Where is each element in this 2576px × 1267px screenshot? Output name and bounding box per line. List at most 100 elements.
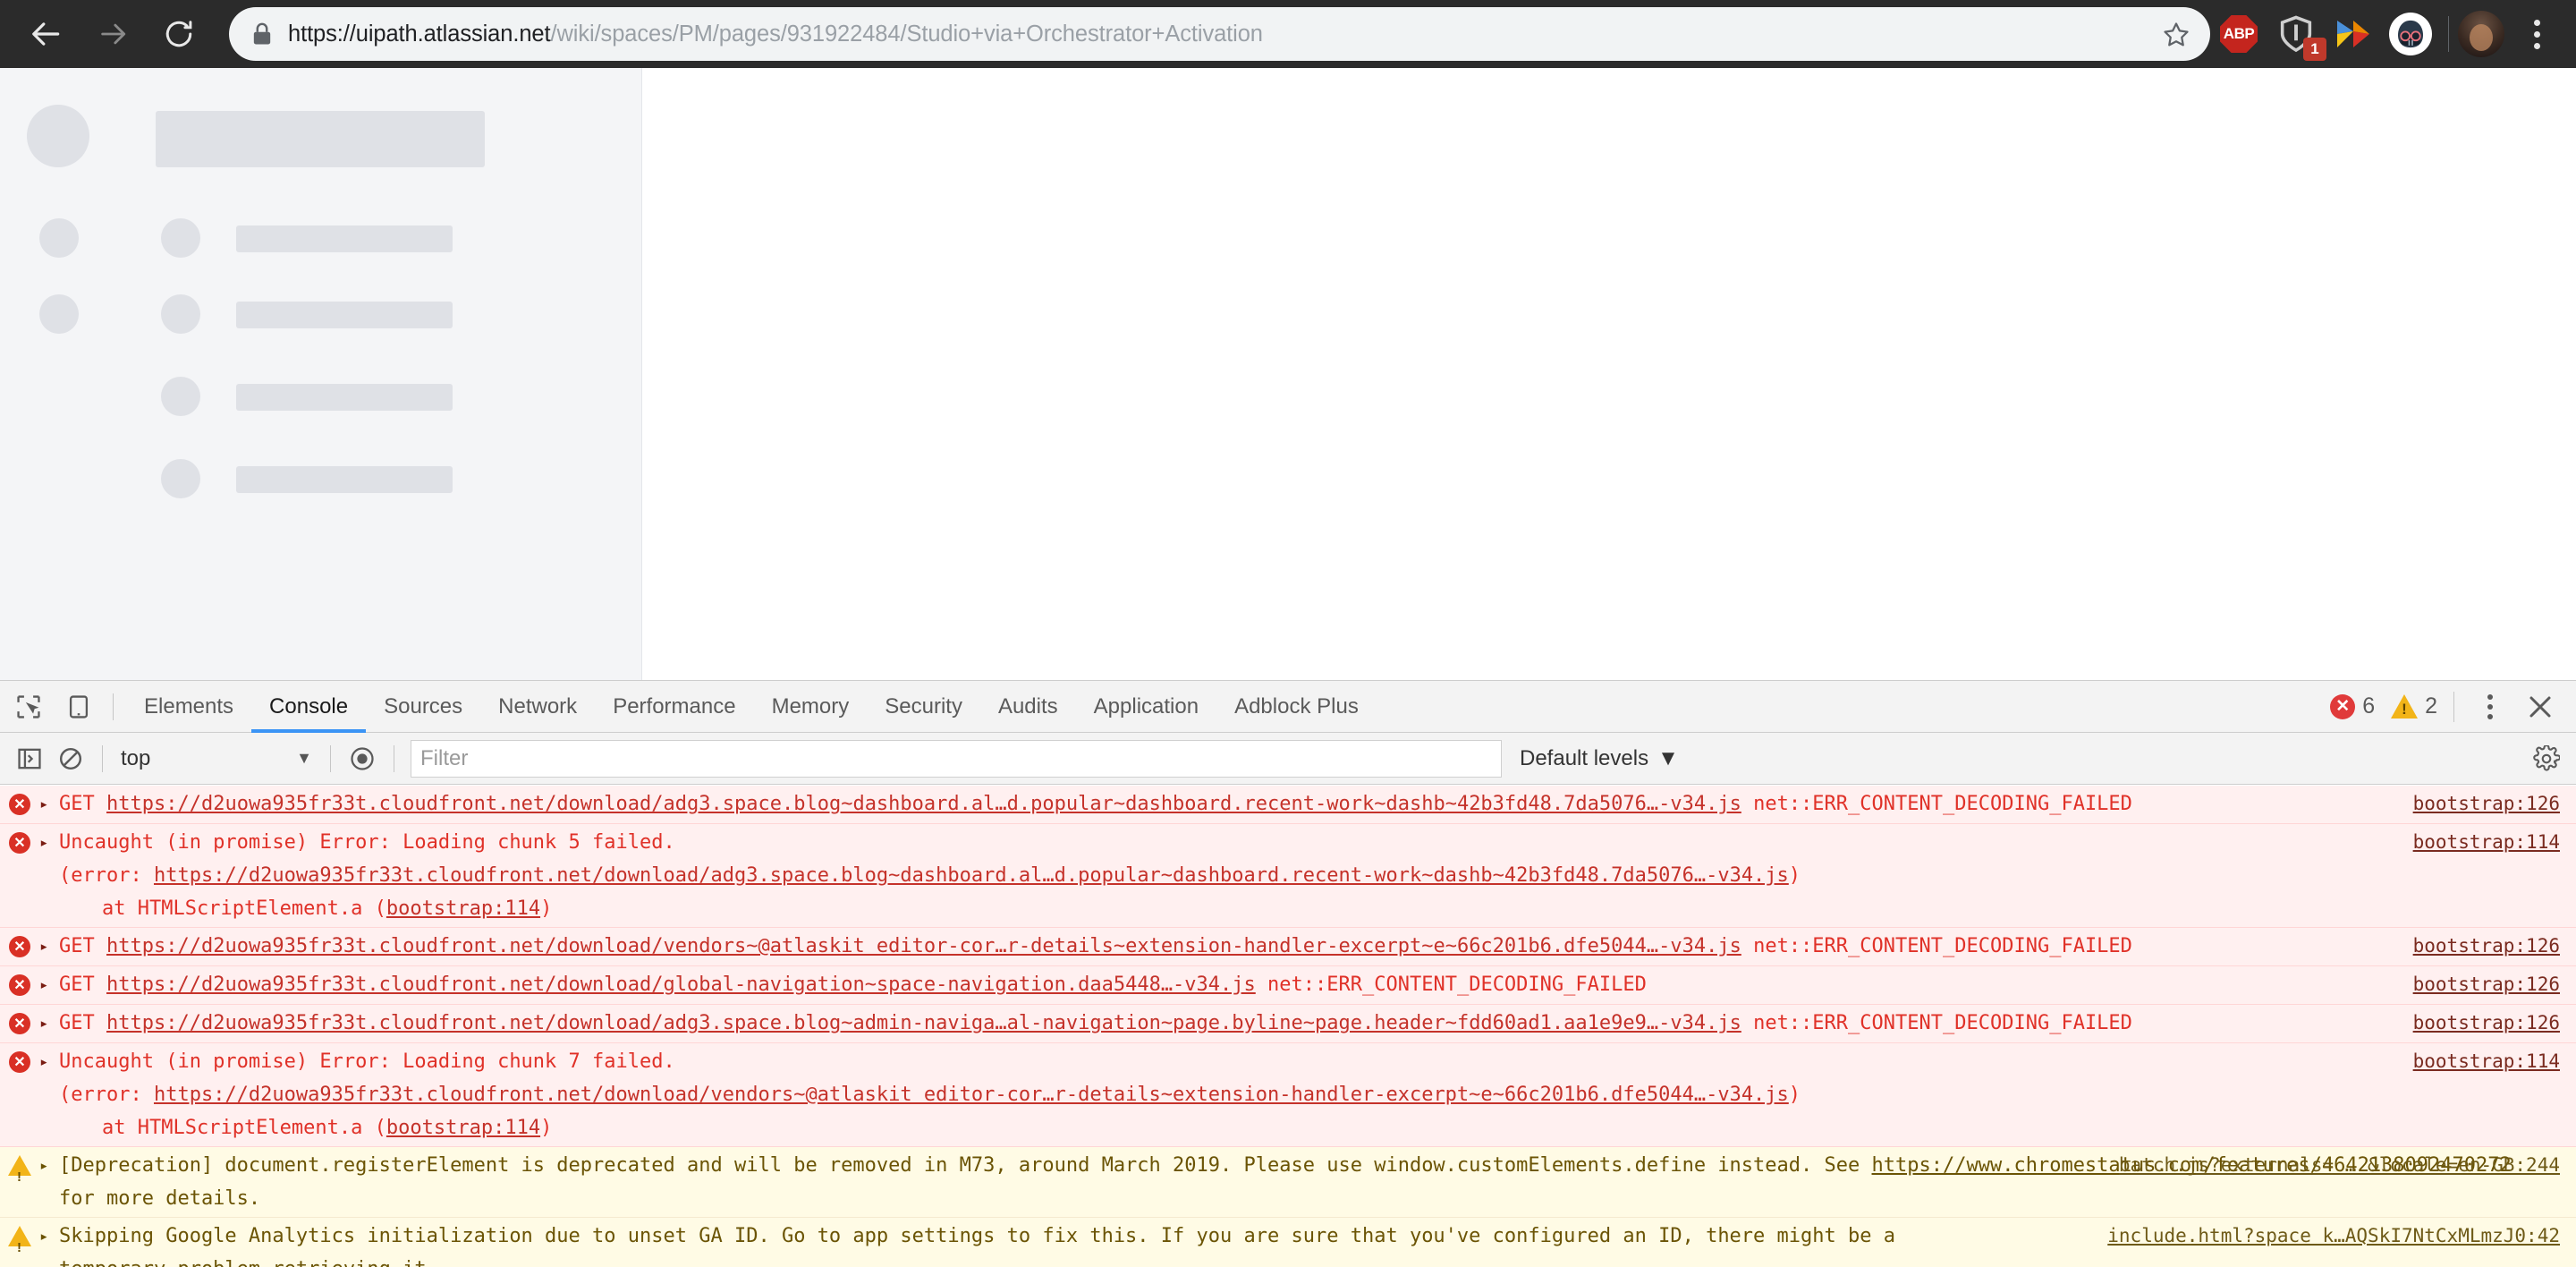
close-devtools-icon[interactable]	[2521, 687, 2560, 727]
tab-label: Console	[269, 693, 349, 719]
disclosure-triangle-icon[interactable]: ▸	[39, 930, 59, 964]
source-location-link[interactable]: bootstrap:126	[2413, 930, 2560, 963]
tab-memory[interactable]: Memory	[754, 681, 868, 733]
console-toolbar: top ▼ Default levels ▼	[0, 733, 2576, 785]
source-location-link[interactable]: bootstrap:114	[2413, 826, 2560, 859]
message-body: Uncaught (in promise) Error: Loading chu…	[59, 1045, 2576, 1144]
tab-console[interactable]: Console	[251, 681, 367, 733]
warning-count-badge[interactable]: 2	[2391, 693, 2437, 719]
console-message-row[interactable]: ✕ ▸ GET https://d2uowa935fr33t.cloudfron…	[0, 786, 2576, 824]
reload-button[interactable]	[152, 7, 206, 61]
bookmark-star-icon[interactable]	[2153, 11, 2199, 57]
http-method: GET	[59, 1012, 95, 1034]
disclosure-triangle-icon[interactable]: ▸	[39, 1149, 59, 1183]
execution-context-value: top	[121, 745, 151, 770]
darth-vader-extension-icon[interactable]	[2382, 5, 2439, 63]
disclosure-triangle-icon[interactable]: ▸	[39, 787, 59, 821]
execution-context-select[interactable]: top ▼	[114, 741, 319, 777]
chrome-menu-icon[interactable]	[2510, 7, 2563, 61]
clear-console-icon[interactable]	[50, 738, 91, 779]
live-expression-icon[interactable]	[342, 738, 383, 779]
error-url-link[interactable]: https://d2uowa935fr33t.cloudfront.net/do…	[154, 864, 1789, 887]
http-method: GET	[59, 935, 95, 957]
page-viewport	[0, 68, 2576, 680]
console-message-row[interactable]: ✕ ▸ GET https://d2uowa935fr33t.cloudfron…	[0, 966, 2576, 1005]
source-location-link[interactable]: include.html?space k…AQSkI7NtCxMLmzJ0:42	[2107, 1220, 2560, 1253]
tab-application[interactable]: Application	[1076, 681, 1216, 733]
http-method: GET	[59, 793, 95, 815]
colorful-arrow-icon	[2337, 21, 2369, 47]
console-message-row[interactable]: ✕ ▸ Uncaught (in promise) Error: Loading…	[0, 1043, 2576, 1147]
adblock-plus-extension-icon[interactable]: ABP	[2210, 5, 2267, 63]
error-icon: ✕	[0, 968, 39, 996]
skeleton-bar	[236, 384, 453, 411]
message-body: GET https://d2uowa935fr33t.cloudfront.ne…	[59, 968, 2576, 1001]
message-body: Uncaught (in promise) Error: Loading chu…	[59, 826, 2576, 925]
shield-badge-count: 1	[2303, 38, 2326, 61]
console-message-row[interactable]: ✕ ▸ GET https://d2uowa935fr33t.cloudfron…	[0, 928, 2576, 966]
privacy-shield-extension-icon[interactable]: 1	[2267, 5, 2326, 63]
console-message-row[interactable]: ▸ Skipping Google Analytics initializati…	[0, 1218, 2576, 1267]
network-error-status: net::ERR_CONTENT_DECODING_FAILED	[1753, 1012, 2132, 1034]
tab-audits[interactable]: Audits	[980, 681, 1076, 733]
message-body: GET https://d2uowa935fr33t.cloudfront.ne…	[59, 1007, 2576, 1040]
address-bar[interactable]: https://uipath.atlassian.net/wiki/spaces…	[229, 7, 2210, 61]
console-settings-icon[interactable]	[2526, 738, 2567, 779]
disclosure-triangle-icon[interactable]: ▸	[39, 1045, 59, 1079]
disclosure-triangle-icon[interactable]: ▸	[39, 1220, 59, 1254]
lock-icon	[252, 22, 272, 46]
content-loading-placeholder	[0, 68, 642, 680]
devtools-panel: Elements Console Sources Network Perform…	[0, 680, 2576, 1267]
device-toolbar-icon[interactable]	[57, 685, 100, 728]
disclosure-triangle-icon[interactable]: ▸	[39, 826, 59, 860]
error-count-value: 6	[2362, 693, 2376, 719]
chevron-down-icon: ▼	[1657, 745, 1679, 770]
skeleton-bar	[156, 111, 485, 167]
error-count-badge[interactable]: ✕ 6	[2330, 693, 2375, 719]
stack-frame-link[interactable]: bootstrap:114	[386, 897, 540, 920]
source-location-link[interactable]: bootstrap:126	[2413, 1007, 2560, 1040]
source-location-link[interactable]: bootstrap:126	[2413, 968, 2560, 1001]
console-log-list[interactable]: ✕ ▸ GET https://d2uowa935fr33t.cloudfron…	[0, 786, 2576, 1267]
console-message-row[interactable]: ▸ [Deprecation] document.registerElement…	[0, 1147, 2576, 1218]
console-message-row[interactable]: ✕ ▸ GET https://d2uowa935fr33t.cloudfron…	[0, 1005, 2576, 1043]
warning-text: [Deprecation] document.registerElement i…	[59, 1154, 1872, 1177]
back-button[interactable]	[20, 7, 73, 61]
request-url-link[interactable]: https://d2uowa935fr33t.cloudfront.net/do…	[106, 974, 1256, 996]
console-sidebar-icon[interactable]	[9, 738, 50, 779]
log-levels-select[interactable]: Default levels ▼	[1520, 746, 1679, 771]
message-body: GET https://d2uowa935fr33t.cloudfront.ne…	[59, 930, 2576, 963]
disclosure-triangle-icon[interactable]: ▸	[39, 968, 59, 1002]
request-url-link[interactable]: https://d2uowa935fr33t.cloudfront.net/do…	[106, 1012, 1741, 1034]
stack-frame-link[interactable]: bootstrap:114	[386, 1117, 540, 1139]
disclosure-triangle-icon[interactable]: ▸	[39, 1007, 59, 1041]
request-url-link[interactable]: https://d2uowa935fr33t.cloudfront.net/do…	[106, 793, 1741, 815]
request-url-link[interactable]: https://d2uowa935fr33t.cloudfront.net/do…	[106, 935, 1741, 957]
tab-adblock-plus[interactable]: Adblock Plus	[1216, 681, 1377, 733]
filter-input[interactable]	[411, 739, 1502, 778]
source-location-link[interactable]: batch.js?externals= … &locale=en-GB:244	[2119, 1149, 2560, 1182]
more-options-icon[interactable]	[2470, 687, 2510, 727]
source-location-link[interactable]: bootstrap:114	[2413, 1045, 2560, 1078]
profile-avatar[interactable]	[2458, 11, 2504, 57]
skeleton-avatar	[39, 218, 79, 258]
tab-network[interactable]: Network	[480, 681, 595, 733]
log-levels-value: Default levels	[1520, 745, 1649, 770]
error-icon: ✕	[0, 826, 39, 854]
error-url-link[interactable]: https://d2uowa935fr33t.cloudfront.net/do…	[154, 1084, 1789, 1106]
console-message-row[interactable]: ✕ ▸ Uncaught (in promise) Error: Loading…	[0, 824, 2576, 928]
error-icon: ✕	[0, 787, 39, 815]
tab-security[interactable]: Security	[867, 681, 980, 733]
tab-sources[interactable]: Sources	[366, 681, 480, 733]
skeleton-avatar	[161, 377, 200, 416]
inspect-element-icon[interactable]	[7, 685, 50, 728]
source-location-link[interactable]: bootstrap:126	[2413, 787, 2560, 821]
chromestatus-link-part1[interactable]: https://www.ch	[1872, 1154, 2038, 1177]
tabbar-right-divider	[2453, 691, 2454, 722]
tab-performance[interactable]: Performance	[595, 681, 753, 733]
warning-text-tail: for more details.	[59, 1187, 261, 1210]
colorful-arrow-extension-icon[interactable]	[2325, 5, 2382, 63]
forward-button[interactable]	[86, 7, 140, 61]
skeleton-bar	[236, 302, 453, 328]
tab-elements[interactable]: Elements	[126, 681, 251, 733]
